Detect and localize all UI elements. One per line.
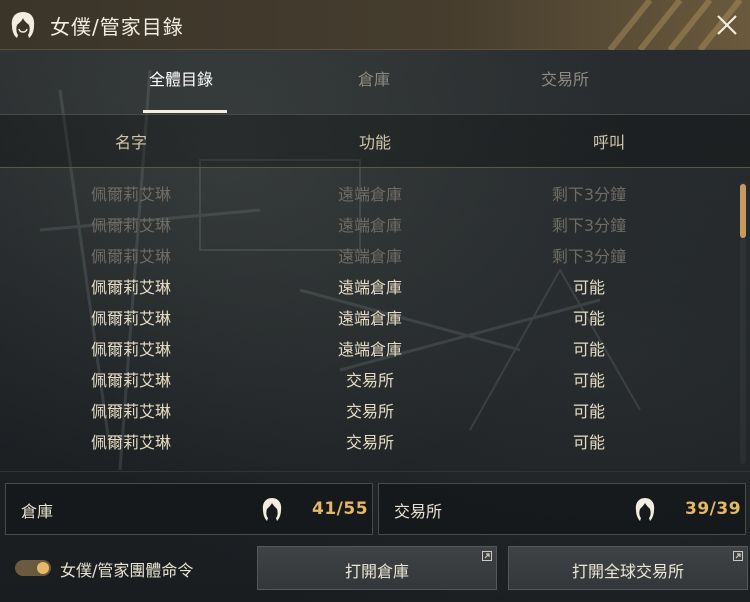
marketplace-capacity-panel: 交易所 39/39 — [378, 483, 746, 535]
maid-name: 佩爾莉艾琳 — [90, 216, 172, 235]
maid-function: 遠端倉庫 — [337, 278, 403, 297]
tab-storage[interactable]: 倉庫 — [358, 66, 390, 90]
external-window-icon — [482, 551, 492, 561]
list-item[interactable]: 佩爾莉艾琳 交易所 可能 — [0, 362, 736, 393]
list-item[interactable]: 佩爾莉艾琳 遠端倉庫 可能 — [0, 300, 736, 331]
maid-butler-list-window: 女僕/管家目錄 全體目錄 倉庫 交易所 名字 功能 呼叫 佩爾莉艾琳 遠端倉庫 … — [0, 0, 750, 602]
scrollbar-thumb[interactable] — [740, 184, 746, 238]
list-item[interactable]: 佩爾莉艾琳 交易所 可能 — [0, 424, 736, 455]
close-icon[interactable] — [714, 12, 740, 38]
maid-function: 遠端倉庫 — [337, 340, 403, 359]
column-header-call[interactable]: 呼叫 — [593, 129, 625, 153]
tab-bar: 全體目錄 倉庫 交易所 — [0, 50, 750, 114]
maid-icon — [11, 12, 35, 38]
list-item[interactable]: 佩爾莉艾琳 遠端倉庫 剩下3分鐘 — [0, 176, 736, 207]
maid-call-status: 剩下3分鐘 — [551, 247, 627, 266]
maid-call-status: 可能 — [572, 371, 606, 390]
maid-name: 佩爾莉艾琳 — [90, 247, 172, 266]
storage-label: 倉庫 — [21, 502, 54, 521]
list-divider — [0, 471, 750, 472]
active-tab-underline — [143, 110, 227, 113]
maid-list: 佩爾莉艾琳 遠端倉庫 剩下3分鐘 佩爾莉艾琳 遠端倉庫 剩下3分鐘 佩爾莉艾琳 … — [0, 176, 736, 466]
maid-call-status: 可能 — [572, 340, 606, 359]
open-marketplace-label: 打開全球交易所 — [571, 562, 684, 581]
maid-name: 佩爾莉艾琳 — [90, 278, 172, 297]
maid-function: 交易所 — [345, 402, 395, 421]
title-bar: 女僕/管家目錄 — [0, 0, 750, 50]
maid-name: 佩爾莉艾琳 — [90, 185, 172, 204]
maid-call-status: 可能 — [572, 402, 606, 421]
maid-call-status: 剩下3分鐘 — [551, 185, 627, 204]
external-window-icon — [733, 551, 743, 561]
column-header-name[interactable]: 名字 — [115, 129, 147, 153]
storage-count: 41/55 — [312, 499, 369, 519]
list-item[interactable]: 佩爾莉艾琳 交易所 可能 — [0, 393, 736, 424]
open-storage-label: 打開倉庫 — [344, 562, 409, 581]
maid-function: 遠端倉庫 — [337, 309, 403, 328]
group-command-label: 女僕/管家團體命令 — [60, 561, 194, 580]
open-global-marketplace-button[interactable]: 打開全球交易所 — [508, 546, 748, 590]
tab-all-list[interactable]: 全體目錄 — [149, 66, 213, 90]
list-item[interactable]: 佩爾莉艾琳 遠端倉庫 剩下3分鐘 — [0, 238, 736, 269]
maid-name: 佩爾莉艾琳 — [90, 340, 172, 359]
storage-capacity-panel: 倉庫 41/55 — [5, 483, 373, 535]
list-item[interactable]: 佩爾莉艾琳 遠端倉庫 可能 — [0, 331, 736, 362]
maid-icon — [635, 498, 655, 521]
open-storage-button[interactable]: 打開倉庫 — [257, 546, 497, 590]
column-header-function[interactable]: 功能 — [359, 129, 391, 153]
list-item[interactable]: 佩爾莉艾琳 遠端倉庫 可能 — [0, 269, 736, 300]
maid-name: 佩爾莉艾琳 — [90, 433, 172, 452]
window-title: 女僕/管家目錄 — [50, 15, 184, 39]
maid-name: 佩爾莉艾琳 — [90, 371, 172, 390]
marketplace-label: 交易所 — [394, 502, 443, 521]
maid-call-status: 剩下3分鐘 — [551, 216, 627, 235]
maid-call-status: 可能 — [572, 433, 606, 452]
maid-name: 佩爾莉艾琳 — [90, 402, 172, 421]
maid-function: 遠端倉庫 — [337, 216, 403, 235]
maid-call-status: 可能 — [572, 309, 606, 328]
maid-icon — [262, 498, 282, 521]
list-item[interactable]: 佩爾莉艾琳 遠端倉庫 剩下3分鐘 — [0, 207, 736, 238]
marketplace-count: 39/39 — [685, 499, 742, 519]
maid-call-status: 可能 — [572, 278, 606, 297]
maid-function: 遠端倉庫 — [337, 185, 403, 204]
maid-function: 遠端倉庫 — [337, 247, 403, 266]
group-command-toggle[interactable] — [15, 560, 51, 576]
toggle-knob — [37, 562, 49, 574]
tab-marketplace[interactable]: 交易所 — [541, 66, 589, 90]
maid-name: 佩爾莉艾琳 — [90, 309, 172, 328]
maid-function: 交易所 — [345, 433, 395, 452]
maid-function: 交易所 — [345, 371, 395, 390]
list-header: 名字 功能 呼叫 — [0, 115, 750, 168]
